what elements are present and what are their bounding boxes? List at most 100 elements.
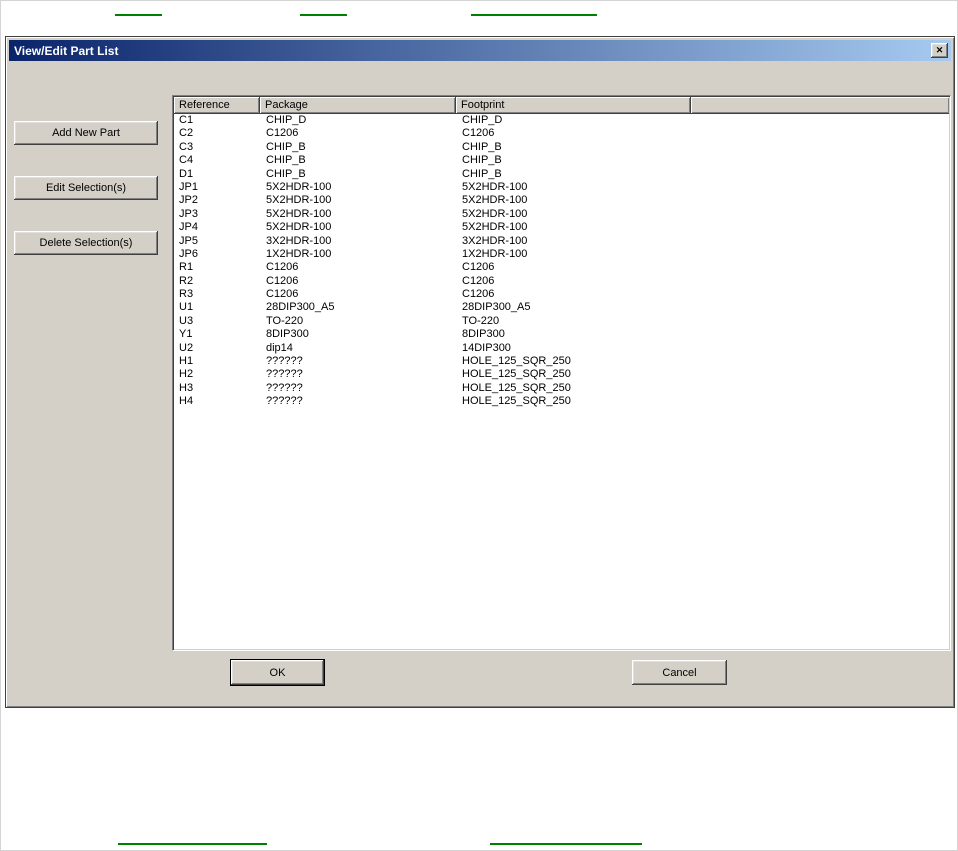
- cell-reference: H4: [179, 395, 194, 408]
- edit-selections-button[interactable]: Edit Selection(s): [14, 176, 158, 200]
- part-list-row[interactable]: U2 dip14 14DIP300: [174, 342, 949, 355]
- part-list-row[interactable]: H4?????? HOLE_125_SQR_250: [174, 395, 949, 408]
- cell-reference: R2: [179, 274, 194, 287]
- part-list: Reference Package Footprint C1 CHIP_D CHIP…: [172, 95, 951, 651]
- cell-package: C1206: [266, 274, 299, 287]
- cell-footprint: CHIP_B: [462, 167, 502, 180]
- part-list-row[interactable]: D1 CHIP_B CHIP_B: [174, 168, 949, 181]
- part-list-row[interactable]: H2?????? HOLE_125_SQR_250: [174, 368, 949, 381]
- cell-package: CHIP_B: [266, 140, 306, 153]
- part-list-body: C1 CHIP_D CHIP_D C2 C1206 C1206 C3 CHIP_B CHIP_B…: [174, 114, 949, 649]
- column-header-package[interactable]: Package: [260, 97, 456, 114]
- cell-package: ??????: [266, 395, 303, 408]
- cell-package: CHIP_B: [266, 167, 306, 180]
- cell-footprint: HOLE_125_SQR_250: [462, 355, 571, 368]
- link-underline[interactable]: [490, 843, 642, 845]
- cell-footprint: CHIP_B: [462, 154, 502, 167]
- cell-reference: R3: [179, 288, 194, 301]
- cell-package: ??????: [266, 381, 303, 394]
- cell-package: 5X2HDR-100: [266, 180, 332, 193]
- cell-reference: D1: [179, 167, 194, 180]
- cell-footprint: C1206: [462, 261, 495, 274]
- cell-reference: H3: [179, 381, 194, 394]
- link-underline[interactable]: [300, 14, 347, 16]
- cell-reference: JP4: [179, 221, 198, 234]
- cell-package: C1206: [266, 288, 299, 301]
- part-list-row[interactable]: JP1 5X2HDR-100 5X2HDR-100: [174, 181, 949, 194]
- cell-footprint: 1X2HDR-100: [462, 247, 528, 260]
- part-list-row[interactable]: C4 CHIP_B CHIP_B: [174, 154, 949, 167]
- part-list-row[interactable]: U1 28DIP300_A5 28DIP300_A5: [174, 301, 949, 314]
- part-list-row[interactable]: H1?????? HOLE_125_SQR_250: [174, 355, 949, 368]
- cell-package: CHIP_D: [266, 114, 307, 126]
- part-list-row[interactable]: JP3 5X2HDR-100 5X2HDR-100: [174, 208, 949, 221]
- cell-footprint: 5X2HDR-100: [462, 194, 528, 207]
- cell-reference: U2: [179, 341, 194, 354]
- cell-footprint: 5X2HDR-100: [462, 221, 528, 234]
- link-underline[interactable]: [118, 843, 267, 845]
- part-list-row[interactable]: U3 TO-220 TO-220: [174, 315, 949, 328]
- cell-footprint: TO-220: [462, 314, 500, 327]
- cell-reference: U1: [179, 301, 194, 314]
- cell-reference: JP5: [179, 234, 198, 247]
- close-button[interactable]: ✕: [931, 43, 948, 58]
- cell-footprint: 8DIP300: [462, 328, 505, 341]
- column-header-reference[interactable]: Reference: [174, 97, 260, 114]
- cell-package: C1206: [266, 127, 299, 140]
- cell-footprint: 3X2HDR-100: [462, 234, 528, 247]
- cell-footprint: C1206: [462, 274, 495, 287]
- cell-footprint: HOLE_125_SQR_250: [462, 368, 571, 381]
- cell-reference: JP1: [179, 180, 198, 193]
- dialog-title: View/Edit Part List: [14, 43, 119, 58]
- cell-reference: JP3: [179, 207, 198, 220]
- cell-footprint: HOLE_125_SQR_250: [462, 395, 571, 408]
- cell-package: ??????: [266, 368, 303, 381]
- ok-button[interactable]: OK: [231, 660, 324, 685]
- part-list-row[interactable]: C2 C1206 C1206: [174, 127, 949, 140]
- cell-package: ??????: [266, 355, 303, 368]
- cell-package: TO-220: [266, 314, 304, 327]
- view-edit-part-list-dialog: View/Edit Part List ✕ Add New Part Edit …: [5, 36, 955, 708]
- cell-reference: JP2: [179, 194, 198, 207]
- cell-footprint: C1206: [462, 288, 495, 301]
- link-underline[interactable]: [115, 14, 162, 16]
- part-list-row[interactable]: JP5 3X2HDR-100 3X2HDR-100: [174, 235, 949, 248]
- part-list-row[interactable]: JP6 1X2HDR-100 1X2HDR-100: [174, 248, 949, 261]
- part-list-row[interactable]: R2 C1206 C1206: [174, 275, 949, 288]
- cancel-button[interactable]: Cancel: [632, 660, 727, 685]
- column-header-footprint[interactable]: Footprint: [456, 97, 691, 114]
- cell-package: C1206: [266, 261, 299, 274]
- part-list-row[interactable]: H3?????? HOLE_125_SQR_250: [174, 382, 949, 395]
- cell-reference: JP6: [179, 247, 198, 260]
- cell-package: CHIP_B: [266, 154, 306, 167]
- cell-footprint: CHIP_D: [462, 114, 503, 126]
- cell-package: 28DIP300_A5: [266, 301, 335, 314]
- part-list-row[interactable]: Y1 8DIP300 8DIP300: [174, 328, 949, 341]
- cell-package: 5X2HDR-100: [266, 194, 332, 207]
- cell-footprint: 5X2HDR-100: [462, 207, 528, 220]
- cell-reference: U3: [179, 314, 194, 327]
- cell-reference: C3: [179, 140, 194, 153]
- cell-reference: R1: [179, 261, 194, 274]
- part-list-row[interactable]: R1 C1206 C1206: [174, 261, 949, 274]
- cell-footprint: HOLE_125_SQR_250: [462, 381, 571, 394]
- cell-reference: C4: [179, 154, 194, 167]
- cell-footprint: 14DIP300: [462, 341, 511, 354]
- part-list-row[interactable]: C1 CHIP_D CHIP_D: [174, 114, 949, 127]
- page-background: View/Edit Part List ✕ Add New Part Edit …: [0, 0, 958, 851]
- part-list-row[interactable]: R3 C1206 C1206: [174, 288, 949, 301]
- delete-selections-button[interactable]: Delete Selection(s): [14, 231, 158, 255]
- cell-package: dip14: [266, 341, 293, 354]
- column-header-blank[interactable]: [691, 97, 949, 114]
- close-icon: ✕: [935, 45, 944, 55]
- dialog-titlebar[interactable]: View/Edit Part List ✕: [9, 40, 951, 61]
- cell-reference: C1: [179, 114, 194, 126]
- part-list-row[interactable]: JP4 5X2HDR-100 5X2HDR-100: [174, 221, 949, 234]
- add-new-part-button[interactable]: Add New Part: [14, 121, 158, 145]
- link-underline[interactable]: [471, 14, 597, 16]
- cell-package: 5X2HDR-100: [266, 207, 332, 220]
- cell-package: 1X2HDR-100: [266, 247, 332, 260]
- part-list-row[interactable]: C3 CHIP_B CHIP_B: [174, 141, 949, 154]
- part-list-row[interactable]: JP2 5X2HDR-100 5X2HDR-100: [174, 194, 949, 207]
- cell-package: 5X2HDR-100: [266, 221, 332, 234]
